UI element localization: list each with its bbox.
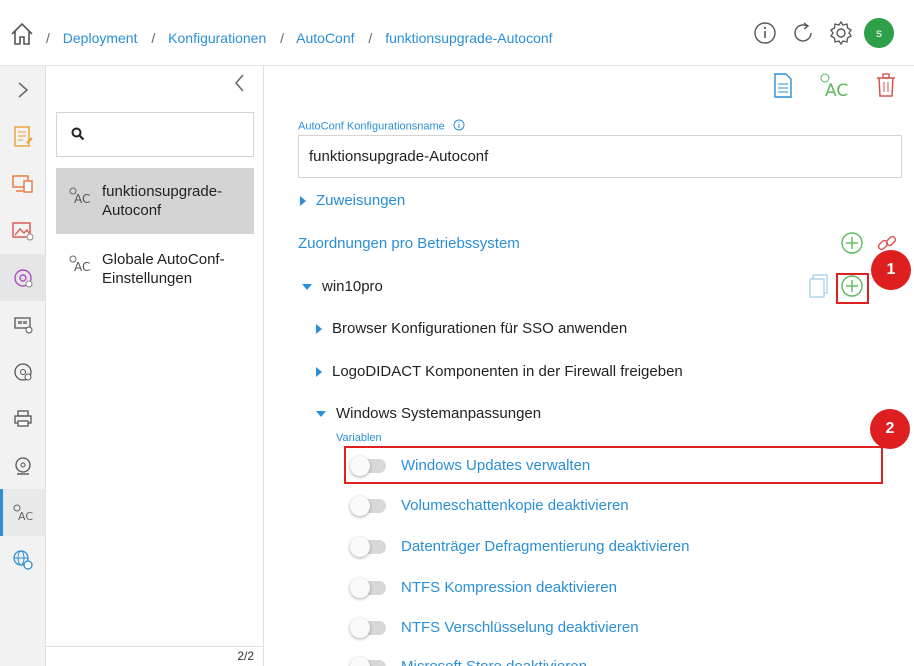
autoconf-icon-text: AC bbox=[18, 510, 33, 523]
globe-gear-icon[interactable] bbox=[0, 536, 45, 583]
breadcrumb-deployment[interactable]: Deployment bbox=[63, 30, 138, 46]
caret-down-icon bbox=[302, 283, 312, 290]
list-item-label: Globale AutoConf- bbox=[102, 251, 225, 268]
toggle-switch[interactable] bbox=[350, 577, 386, 598]
main-toolbar: AC bbox=[770, 70, 898, 105]
toggle-defragmentierung[interactable]: Datenträger Defragmentierung deaktiviere… bbox=[350, 536, 690, 557]
pager: 2/2 bbox=[46, 646, 264, 666]
autoconf-icon: AC bbox=[68, 186, 94, 211]
toggle-label: NTFS Kompression deaktivieren bbox=[401, 579, 617, 596]
group-label: LogoDIDACT Komponenten in der Firewall f… bbox=[332, 363, 683, 380]
list-item-globale[interactable]: AC Globale AutoConf- Einstellungen bbox=[56, 236, 254, 302]
config-list-panel: AC funktionsupgrade- Autoconf AC Globale… bbox=[46, 66, 264, 666]
caret-right-icon bbox=[316, 366, 322, 377]
autoconf-icon: AC bbox=[68, 254, 94, 279]
toggle-volumeschattenkopie[interactable]: Volumeschattenkopie deaktivieren bbox=[350, 495, 629, 516]
breadcrumb-autoconf[interactable]: AutoConf bbox=[296, 30, 354, 46]
caret-right-icon bbox=[300, 195, 306, 206]
info-icon[interactable] bbox=[750, 18, 780, 48]
trash-icon[interactable] bbox=[874, 71, 898, 104]
printer-icon[interactable] bbox=[0, 395, 45, 442]
toggle-ntfs-kompression[interactable]: NTFS Kompression deaktivieren bbox=[350, 577, 617, 598]
chevron-right-icon[interactable] bbox=[0, 66, 45, 113]
disc-icon[interactable] bbox=[0, 348, 45, 395]
breadcrumb: / Deployment / Konfigurationen / AutoCon… bbox=[46, 30, 563, 46]
refresh-icon[interactable] bbox=[788, 18, 818, 48]
search-input[interactable] bbox=[56, 112, 254, 157]
config-name-label-text: AutoConf Konfigurationsname bbox=[298, 120, 445, 133]
list-ac-text: AC bbox=[74, 192, 90, 206]
header-icons: s bbox=[750, 18, 894, 48]
chevron-left-icon[interactable] bbox=[230, 72, 250, 94]
toggle-microsoft-store[interactable]: Microsoft Store deaktivieren bbox=[350, 656, 587, 666]
os-label: win10pro bbox=[322, 278, 383, 295]
assignments-toggle[interactable]: Zuweisungen bbox=[300, 192, 405, 209]
breadcrumb-current[interactable]: funktionsupgrade-Autoconf bbox=[385, 30, 552, 46]
document-edit-icon[interactable] bbox=[0, 113, 45, 160]
list-item-label: Autoconf bbox=[102, 202, 162, 219]
caret-down-icon bbox=[316, 410, 326, 417]
caret-right-icon bbox=[316, 323, 322, 334]
left-rail: AC bbox=[0, 66, 46, 666]
copy-document-icon[interactable] bbox=[807, 272, 831, 305]
gear-icon[interactable] bbox=[826, 18, 856, 48]
annotation-badge-2: 2 bbox=[870, 409, 910, 449]
toggle-label: Microsoft Store deaktivieren bbox=[401, 658, 587, 666]
document-icon[interactable] bbox=[770, 70, 796, 105]
search-icon bbox=[71, 127, 85, 146]
avatar[interactable]: s bbox=[864, 18, 894, 48]
toggle-label: Volumeschattenkopie deaktivieren bbox=[401, 497, 629, 514]
config-name-label: AutoConf Konfigurationsname bbox=[298, 119, 465, 134]
os-mapping-heading: Zuordnungen pro Betriebssystem bbox=[298, 235, 520, 252]
group-browser-sso[interactable]: Browser Konfigurationen für SSO anwenden bbox=[316, 320, 627, 337]
group-windows-system[interactable]: Windows Systemanpassungen bbox=[316, 405, 541, 422]
group-logodidact-firewall[interactable]: LogoDIDACT Komponenten in der Firewall f… bbox=[316, 363, 683, 380]
add-circle-icon[interactable] bbox=[840, 231, 864, 260]
webcam-disc-icon[interactable] bbox=[0, 442, 45, 489]
breadcrumb-separator: / bbox=[368, 30, 373, 46]
breadcrumb-separator: / bbox=[280, 30, 285, 46]
list-ac-text: AC bbox=[74, 260, 90, 274]
breadcrumb-konfigurationen[interactable]: Konfigurationen bbox=[168, 30, 266, 46]
variables-label: Variablen bbox=[336, 432, 382, 444]
group-label: Browser Konfigurationen für SSO anwenden bbox=[332, 320, 628, 337]
group-label: Windows Systemanpassungen bbox=[336, 405, 542, 422]
list-item-funktionsupgrade[interactable]: AC funktionsupgrade- Autoconf bbox=[56, 168, 254, 234]
autoconf-icon[interactable]: AC bbox=[0, 489, 45, 536]
list-item-label: Einstellungen bbox=[102, 270, 193, 287]
list-item-label: funktionsupgrade- bbox=[102, 183, 223, 200]
breadcrumb-separator: / bbox=[151, 30, 156, 46]
info-icon[interactable] bbox=[453, 119, 465, 134]
app-root: / Deployment / Konfigurationen / AutoCon… bbox=[0, 0, 914, 666]
toggle-ntfs-verschluesselung[interactable]: NTFS Verschlüsselung deaktivieren bbox=[350, 617, 639, 638]
toggle-switch[interactable] bbox=[350, 495, 386, 516]
autoconf-add-icon[interactable]: AC bbox=[818, 71, 852, 104]
os-row-win10pro[interactable]: win10pro bbox=[302, 278, 383, 295]
highlight-box-windows-updates bbox=[344, 446, 883, 484]
highlight-box-add bbox=[836, 273, 869, 304]
main-content: AC AutoConf Konfigurationsname funktions… bbox=[264, 66, 914, 666]
gear-apps-icon[interactable] bbox=[0, 254, 45, 301]
annotation-badge-1: 1 bbox=[871, 250, 911, 290]
toggle-switch[interactable] bbox=[350, 656, 386, 666]
toggle-label: NTFS Verschlüsselung deaktivieren bbox=[401, 619, 639, 636]
toolbar-ac-text: AC bbox=[825, 81, 848, 99]
toggle-switch[interactable] bbox=[350, 617, 386, 638]
toggle-label: Datenträger Defragmentierung deaktiviere… bbox=[401, 538, 690, 555]
config-name-field[interactable]: funktionsupgrade-Autoconf bbox=[298, 135, 902, 178]
home-icon[interactable] bbox=[8, 20, 36, 48]
toggle-switch[interactable] bbox=[350, 536, 386, 557]
network-icon[interactable] bbox=[0, 301, 45, 348]
devices-icon[interactable] bbox=[0, 160, 45, 207]
top-header: / Deployment / Konfigurationen / AutoCon… bbox=[0, 0, 914, 66]
breadcrumb-separator: / bbox=[46, 30, 50, 46]
assignments-label: Zuweisungen bbox=[316, 192, 406, 209]
image-deploy-icon[interactable] bbox=[0, 207, 45, 254]
os-mapping-label: Zuordnungen pro Betriebssystem bbox=[298, 235, 520, 252]
